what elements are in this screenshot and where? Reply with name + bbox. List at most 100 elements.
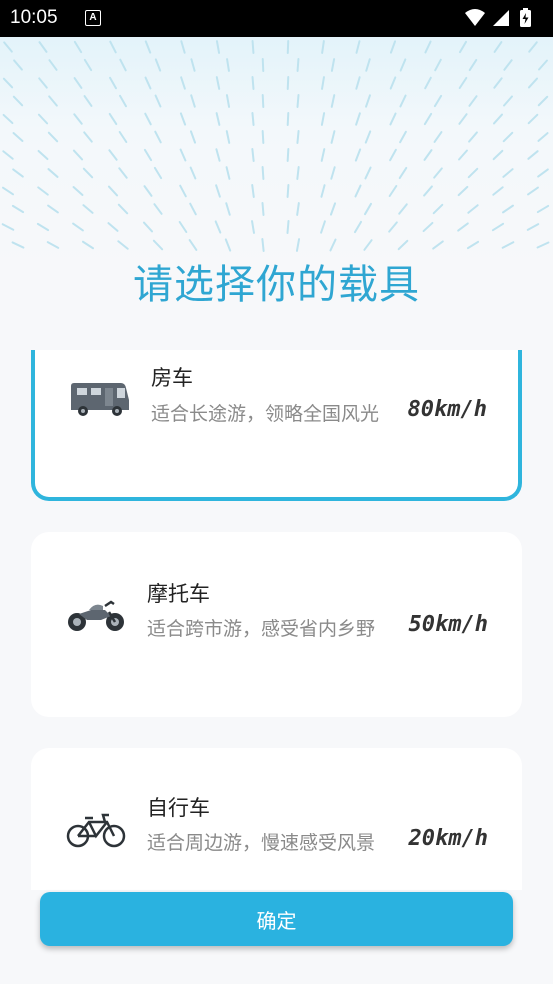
hero-dash	[190, 58, 196, 72]
hero-dash	[434, 58, 442, 72]
hero-dash	[82, 167, 94, 179]
vehicle-list[interactable]: 房车 适合长途游，领略全国风光 80km/h 摩托车 适合跨市游，感受省内乡野 …	[0, 350, 553, 890]
hero-dash	[432, 240, 444, 250]
hero-dash	[179, 148, 187, 162]
hero-dash	[251, 184, 255, 198]
hero-dash	[11, 204, 25, 214]
hero-dash	[224, 238, 232, 252]
hero-dash	[537, 168, 549, 178]
motorcycle-icon	[68, 600, 124, 631]
vehicle-card-bicycle[interactable]: 自行车 适合周边游，慢速感受风景 20km/h	[31, 748, 522, 890]
hero-dash	[154, 130, 162, 144]
hero-dash	[422, 221, 434, 233]
hero-dash	[537, 132, 549, 142]
hero-dash	[251, 220, 255, 234]
vehicle-card-motorcycle[interactable]: 摩托车 适合跨市游，感受省内乡野 50km/h	[31, 532, 522, 717]
hero-dash	[296, 58, 300, 72]
hero-dash	[188, 239, 198, 251]
hero-dash	[261, 130, 265, 144]
hero-dash	[261, 166, 265, 180]
hero-dash	[458, 40, 468, 54]
hero-dash	[225, 166, 231, 180]
hero-dash	[526, 223, 540, 231]
hero-dash	[538, 59, 548, 71]
vehicle-card-rv[interactable]: 房车 适合长途游，领略全国风光 80km/h	[31, 350, 522, 501]
hero-dash	[363, 202, 373, 216]
hero-dash	[189, 130, 197, 144]
hero-dash	[1, 186, 15, 196]
hero-dash	[458, 76, 468, 90]
hero-dash	[286, 76, 290, 90]
hero-dash	[424, 40, 432, 54]
hero-dash	[143, 148, 153, 162]
hero-dash	[144, 40, 152, 54]
hero-dash	[467, 167, 479, 179]
hero-dash	[251, 76, 255, 90]
hero-dash	[296, 130, 300, 144]
hero-dash	[47, 131, 59, 143]
hero-dash	[364, 166, 372, 180]
hero-dash	[225, 130, 231, 144]
vehicle-description: 适合长途游，领略全国风光	[151, 403, 380, 425]
hero-dash	[215, 112, 221, 126]
hero-dash	[355, 112, 361, 126]
hero-dash	[2, 150, 14, 160]
hero-dash	[286, 184, 290, 198]
hero-dash	[433, 94, 443, 108]
hero-dash	[389, 148, 397, 162]
hero-dash	[399, 94, 407, 108]
hero-dash	[83, 131, 93, 143]
hero-dash	[46, 241, 60, 249]
hero-dash	[397, 239, 409, 251]
hero-dash	[493, 41, 503, 53]
hero-dash	[389, 112, 397, 126]
hero-dash	[286, 112, 290, 126]
hero-dash	[330, 130, 336, 144]
hero-dash	[296, 202, 300, 216]
hero-dash	[251, 112, 255, 126]
vehicle-name: 房车	[151, 366, 193, 390]
confirm-button[interactable]: 确定	[40, 892, 513, 946]
hero-dash	[153, 203, 163, 215]
hero-dash	[72, 186, 84, 196]
hero-dash	[251, 40, 255, 54]
hero-dash	[502, 168, 514, 178]
hero-dash	[493, 77, 503, 89]
page-title: 请选择你的载具	[133, 262, 420, 308]
hero-dash	[225, 94, 231, 108]
hero-dash	[329, 202, 337, 216]
hero-dash	[424, 76, 432, 90]
hero-dash	[261, 238, 265, 252]
hero-dash	[48, 59, 58, 71]
hero-dash	[527, 113, 539, 125]
hero-dash	[73, 77, 83, 89]
hero-dash	[73, 40, 83, 54]
hero-dash	[355, 40, 361, 54]
hero-dash	[251, 148, 255, 162]
hero-dash	[37, 149, 49, 161]
hero-dash	[119, 58, 127, 72]
hero-dash	[179, 184, 187, 198]
hero-dash	[109, 76, 117, 90]
hero-dash	[492, 149, 504, 161]
hero-dash	[330, 166, 336, 180]
hero-dash	[12, 168, 24, 178]
hero-dash	[154, 58, 162, 72]
hero-dash	[389, 76, 397, 90]
hero-dash	[330, 94, 336, 108]
hero-dash	[144, 112, 152, 126]
hero-dash	[398, 166, 408, 180]
hero-dash	[355, 76, 361, 90]
hero-dash	[457, 185, 469, 197]
hero-dash	[261, 58, 265, 72]
hero-dash	[433, 131, 443, 143]
hero-dash	[47, 168, 59, 178]
status-time: 10:05	[10, 7, 58, 28]
hero-dash	[190, 94, 196, 108]
hero-dash	[142, 221, 154, 233]
hero-dash	[179, 112, 187, 126]
hero-dash	[118, 131, 128, 143]
hero-dash	[364, 130, 372, 144]
hero-dash	[37, 113, 49, 125]
battery-icon	[520, 8, 531, 27]
